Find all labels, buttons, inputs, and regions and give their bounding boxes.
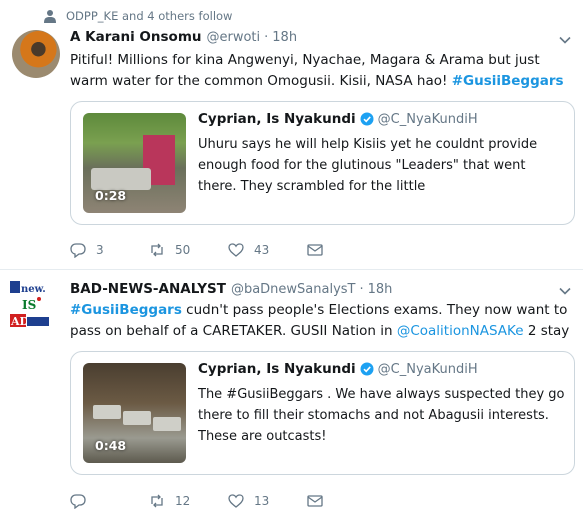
fullname[interactable]: BAD-NEWS-ANALYST — [70, 281, 226, 297]
video-duration: 0:28 — [95, 188, 127, 203]
username[interactable]: @erwoti — [207, 30, 261, 45]
direct-message-button[interactable] — [307, 242, 323, 258]
person-icon — [44, 10, 56, 23]
media-decoration — [153, 417, 181, 431]
verified-badge-icon — [360, 362, 374, 376]
like-count: 43 — [254, 243, 270, 257]
quote-header: Cyprian, Is Nyakundi @C_NyaKundiH — [198, 111, 478, 127]
media-decoration — [123, 411, 151, 425]
timestamp[interactable]: 18h — [368, 282, 393, 297]
tweet-text-tail: 2 stay — [523, 323, 570, 339]
social-context-text[interactable]: ODPP_KE and 4 others follow — [66, 9, 232, 23]
verified-badge-icon — [360, 112, 374, 126]
tweet-text: Pitiful! Millions for kina Angwenyi, Nya… — [70, 50, 575, 92]
envelope-icon — [307, 495, 323, 507]
tweet-header: A Karani Onsomu @erwoti · 18h — [70, 29, 297, 45]
tweet[interactable]: A Karani Onsomu @erwoti · 18h Pitiful! M… — [0, 24, 583, 270]
reply-button[interactable] — [70, 493, 149, 509]
quote-fullname: Cyprian, Is Nyakundi — [198, 361, 356, 377]
reply-icon — [70, 243, 86, 258]
separator-dot: · — [359, 282, 364, 297]
fullname[interactable]: A Karani Onsomu — [70, 29, 202, 45]
heart-icon — [228, 243, 244, 257]
tweet-actions: 12 13 — [70, 493, 323, 509]
media-decoration — [93, 405, 121, 419]
svg-text:new.: new. — [21, 284, 46, 295]
hashtag-link[interactable]: #GusiiBeggars — [70, 302, 182, 318]
hashtag-link[interactable]: #GusiiBeggars — [452, 73, 564, 89]
retweet-button[interactable]: 50 — [149, 242, 228, 258]
video-thumbnail[interactable]: 0:48 — [83, 363, 186, 463]
reply-count: 3 — [96, 243, 104, 257]
like-count: 13 — [254, 494, 270, 508]
envelope-icon — [307, 244, 323, 256]
quote-fullname: Cyprian, Is Nyakundi — [198, 111, 356, 127]
svg-text:IS: IS — [22, 298, 36, 312]
heart-icon — [228, 494, 244, 508]
mention-link[interactable]: @CoalitionNASAKe — [397, 323, 524, 339]
avatar[interactable] — [12, 30, 60, 78]
quote-header: Cyprian, Is Nyakundi @C_NyaKundiH — [198, 361, 478, 377]
quoted-tweet[interactable]: 0:28 Cyprian, Is Nyakundi @C_NyaKundiH U… — [70, 101, 575, 225]
separator-dot: · — [264, 30, 269, 45]
video-thumbnail[interactable]: 0:28 — [83, 113, 186, 213]
media-decoration — [91, 168, 151, 190]
tweet-actions: 3 50 43 — [70, 242, 323, 258]
direct-message-button[interactable] — [307, 493, 323, 509]
chevron-down-icon[interactable] — [559, 285, 571, 297]
bad-news-logo: new. IS AD — [10, 281, 49, 328]
like-button[interactable]: 13 — [228, 493, 307, 509]
reply-icon — [70, 494, 86, 509]
timestamp[interactable]: 18h — [272, 30, 297, 45]
quoted-tweet[interactable]: 0:48 Cyprian, Is Nyakundi @C_NyaKundiH T… — [70, 351, 575, 475]
tweet[interactable]: new. IS AD BAD-NEWS-ANALYST @baDnewSanal… — [0, 271, 583, 516]
quote-text: The #GusiiBeggars . We have always suspe… — [198, 387, 565, 444]
avatar[interactable]: new. IS AD — [10, 281, 60, 331]
retweet-icon — [151, 243, 163, 257]
svg-text:AD: AD — [10, 315, 30, 328]
chevron-down-icon[interactable] — [559, 34, 571, 46]
like-button[interactable]: 43 — [228, 242, 307, 258]
tweet-header: BAD-NEWS-ANALYST @baDnewSanalysT · 18h — [70, 281, 392, 297]
retweet-count: 50 — [175, 243, 191, 257]
reply-button[interactable]: 3 — [70, 242, 149, 258]
retweet-count: 12 — [175, 494, 191, 508]
retweet-button[interactable]: 12 — [149, 493, 228, 509]
social-context: ODPP_KE and 4 others follow — [44, 8, 232, 24]
quote-username: @C_NyaKundiH — [377, 111, 478, 127]
video-duration: 0:48 — [95, 438, 127, 453]
retweet-icon — [151, 494, 163, 508]
quote-text: Uhuru says he will help Kisiis yet he co… — [198, 137, 538, 194]
quote-username: @C_NyaKundiH — [377, 361, 478, 377]
tweet-text: #GusiiBeggars cudn't pass people's Elect… — [70, 300, 575, 342]
username[interactable]: @baDnewSanalysT — [231, 282, 356, 297]
